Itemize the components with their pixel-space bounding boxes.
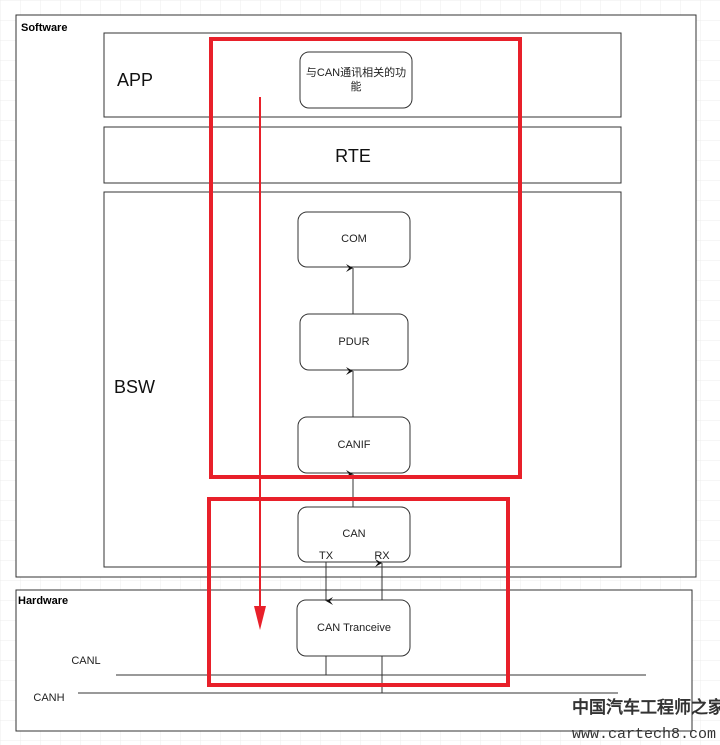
rx-label: RX: [374, 550, 390, 562]
app-label: APP: [117, 70, 153, 90]
rte-label: RTE: [335, 146, 371, 166]
svg-text:中国汽车工程师之家: 中国汽车工程师之家: [572, 697, 720, 717]
svg-text:www.cartech8.com: www.cartech8.com: [572, 726, 716, 743]
svg-text:CAN Tranceive: CAN Tranceive: [317, 622, 391, 634]
svg-text:CAN: CAN: [342, 528, 365, 540]
software-layer: Software APP RTE BSW 与CAN通讯相关的功 能 COM PD…: [15, 14, 697, 578]
canh-label: CANH: [33, 692, 64, 704]
svg-text:能: 能: [351, 79, 362, 93]
svg-text:COM: COM: [341, 233, 367, 245]
diagram-canvas: Software APP RTE BSW 与CAN通讯相关的功 能 COM PD…: [0, 0, 720, 745]
tx-label: TX: [319, 550, 334, 562]
hardware-title: Hardware: [18, 595, 68, 607]
com-box[interactable]: COM: [297, 211, 411, 268]
app-function-box[interactable]: 与CAN通讯相关的功 能: [299, 51, 413, 109]
can-box[interactable]: CAN TX RX: [297, 506, 411, 563]
svg-text:与CAN通讯相关的功: 与CAN通讯相关的功: [306, 65, 406, 79]
svg-text:CANIF: CANIF: [338, 439, 371, 451]
can-transceiver-box[interactable]: CAN Tranceive: [296, 599, 411, 657]
pdur-box[interactable]: PDUR: [299, 313, 409, 371]
canl-label: CANL: [71, 655, 100, 667]
bsw-label: BSW: [114, 377, 155, 397]
canif-box[interactable]: CANIF: [297, 416, 411, 474]
svg-text:PDUR: PDUR: [338, 336, 369, 348]
software-title: Software: [21, 22, 67, 34]
